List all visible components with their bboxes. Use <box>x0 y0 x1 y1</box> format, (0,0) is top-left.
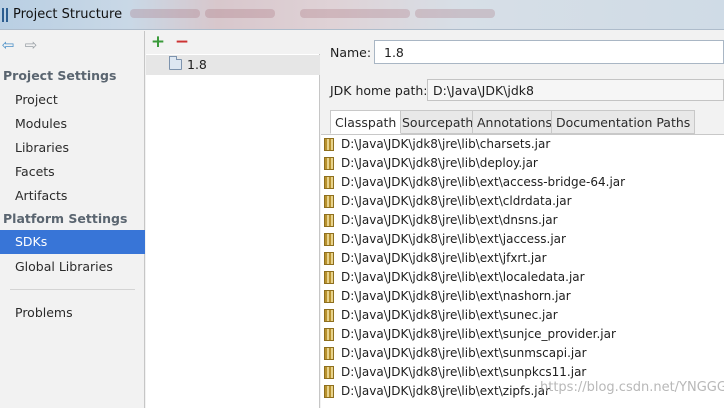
name-label: Name: <box>330 45 372 60</box>
classpath-entry: D:\Java\JDK\jdk8\jre\lib\ext\jfxrt.jar <box>341 251 547 265</box>
tab-sourcepath[interactable]: Sourcepath <box>397 110 479 134</box>
classpath-entry: D:\Java\JDK\jdk8\jre\lib\ext\sunec.jar <box>341 308 558 322</box>
tab-documentation-paths[interactable]: Documentation Paths <box>551 110 696 134</box>
classpath-row[interactable]: D:\Java\JDK\jdk8\jre\lib\ext\localedata.… <box>321 268 724 287</box>
tab-annotations[interactable]: Annotations <box>472 110 558 134</box>
jar-icon <box>324 252 334 265</box>
jar-icon <box>324 328 334 341</box>
classpath-row[interactable]: D:\Java\JDK\jdk8\jre\lib\ext\jfxrt.jar <box>321 249 724 268</box>
classpath-entry: D:\Java\JDK\jdk8\jre\lib\ext\zipfs.jar <box>341 384 550 398</box>
watermark: https://blog.csdn.net/YNGGG <box>540 380 724 395</box>
classpath-row[interactable]: D:\Java\JDK\jdk8\jre\lib\ext\cldrdata.ja… <box>321 192 724 211</box>
jar-icon <box>324 214 334 227</box>
blurred-title-region <box>205 9 275 18</box>
tab-classpath[interactable]: Classpath <box>330 110 402 134</box>
name-field[interactable] <box>374 40 724 64</box>
section-platform-settings: Platform Settings <box>3 211 128 226</box>
classpath-entry: D:\Java\JDK\jdk8\jre\lib\ext\nashorn.jar <box>341 289 571 303</box>
minus-icon[interactable]: − <box>173 32 191 52</box>
title-bar: Project Structure <box>0 0 724 30</box>
classpath-entry: D:\Java\JDK\jdk8\jre\lib\ext\dnsns.jar <box>341 213 558 227</box>
nav-divider <box>10 289 135 290</box>
classpath-row[interactable]: D:\Java\JDK\jdk8\jre\lib\ext\sunjce_prov… <box>321 325 724 344</box>
jar-icon <box>324 271 334 284</box>
classpath-row[interactable]: D:\Java\JDK\jdk8\jre\lib\deploy.jar <box>321 154 724 173</box>
nav-item-project[interactable]: Project <box>0 88 145 112</box>
nav-item-artifacts[interactable]: Artifacts <box>0 184 145 208</box>
sdk-label: 1.8 <box>187 57 207 72</box>
classpath-row[interactable]: D:\Java\JDK\jdk8\jre\lib\ext\sunmscapi.j… <box>321 344 724 363</box>
jar-icon <box>324 309 334 322</box>
classpath-entry: D:\Java\JDK\jdk8\jre\lib\ext\localedata.… <box>341 270 585 284</box>
classpath-entry: D:\Java\JDK\jdk8\jre\lib\ext\cldrdata.ja… <box>341 194 572 208</box>
settings-navigation: ⇦ ⇨ Project Settings Project Modules Lib… <box>0 31 145 408</box>
jar-icon <box>324 366 334 379</box>
jar-icon <box>324 138 334 151</box>
blurred-title-region <box>415 9 495 18</box>
blurred-title-region <box>130 9 200 18</box>
classpath-list[interactable]: D:\Java\JDK\jdk8\jre\lib\charsets.jar D:\… <box>321 134 724 408</box>
classpath-entry: D:\Java\JDK\jdk8\jre\lib\ext\sunjce_prov… <box>341 327 616 341</box>
app-icon <box>2 8 8 22</box>
classpath-entry: D:\Java\JDK\jdk8\jre\lib\deploy.jar <box>341 156 538 170</box>
arrow-left-icon[interactable]: ⇦ <box>0 36 16 54</box>
arrow-right-icon[interactable]: ⇨ <box>23 36 39 54</box>
classpath-entry: D:\Java\JDK\jdk8\jre\lib\ext\access-brid… <box>341 175 626 189</box>
jar-icon <box>324 176 334 189</box>
nav-item-problems[interactable]: Problems <box>0 301 145 325</box>
sdk-detail-panel: Name: JDK home path: Classpath Sourcepat… <box>321 31 724 408</box>
classpath-row[interactable]: D:\Java\JDK\jdk8\jre\lib\ext\dnsns.jar <box>321 211 724 230</box>
classpath-entry: D:\Java\JDK\jdk8\jre\lib\charsets.jar <box>341 137 551 151</box>
sdk-list-item[interactable]: 1.8 <box>146 55 320 75</box>
jar-icon <box>324 195 334 208</box>
classpath-row[interactable]: D:\Java\JDK\jdk8\jre\lib\ext\jaccess.jar <box>321 230 724 249</box>
plus-icon[interactable]: + <box>149 32 167 52</box>
sdk-tabs: Classpath Sourcepath Annotations Documen… <box>330 110 724 134</box>
jar-icon <box>324 290 334 303</box>
classpath-entry: D:\Java\JDK\jdk8\jre\lib\ext\jaccess.jar <box>341 232 566 246</box>
classpath-row[interactable]: D:\Java\JDK\jdk8\jre\lib\ext\access-brid… <box>321 173 724 192</box>
nav-item-sdks[interactable]: SDKs <box>0 230 145 254</box>
classpath-row[interactable]: D:\Java\JDK\jdk8\jre\lib\ext\sunec.jar <box>321 306 724 325</box>
nav-item-global-libraries[interactable]: Global Libraries <box>0 255 145 279</box>
classpath-row[interactable]: D:\Java\JDK\jdk8\jre\lib\charsets.jar <box>321 135 724 154</box>
jdk-home-path-field[interactable] <box>427 79 724 101</box>
section-project-settings: Project Settings <box>3 68 117 83</box>
classpath-row[interactable]: D:\Java\JDK\jdk8\jre\lib\ext\nashorn.jar <box>321 287 724 306</box>
sdk-list-panel: + − 1.8 <box>146 31 320 408</box>
sdk-toolbar: + − <box>146 31 320 54</box>
nav-item-facets[interactable]: Facets <box>0 160 145 184</box>
nav-item-libraries[interactable]: Libraries <box>0 136 145 160</box>
jar-icon <box>324 347 334 360</box>
jdk-home-label: JDK home path: <box>330 83 428 98</box>
jar-icon <box>324 385 334 398</box>
nav-item-modules[interactable]: Modules <box>0 112 145 136</box>
jar-icon <box>324 233 334 246</box>
classpath-entry: D:\Java\JDK\jdk8\jre\lib\ext\sunmscapi.j… <box>341 346 587 360</box>
folder-icon <box>169 56 182 70</box>
jar-icon <box>324 157 334 170</box>
window-title: Project Structure <box>13 7 123 22</box>
nav-arrows: ⇦ ⇨ <box>0 36 60 56</box>
blurred-title-region <box>300 9 410 18</box>
